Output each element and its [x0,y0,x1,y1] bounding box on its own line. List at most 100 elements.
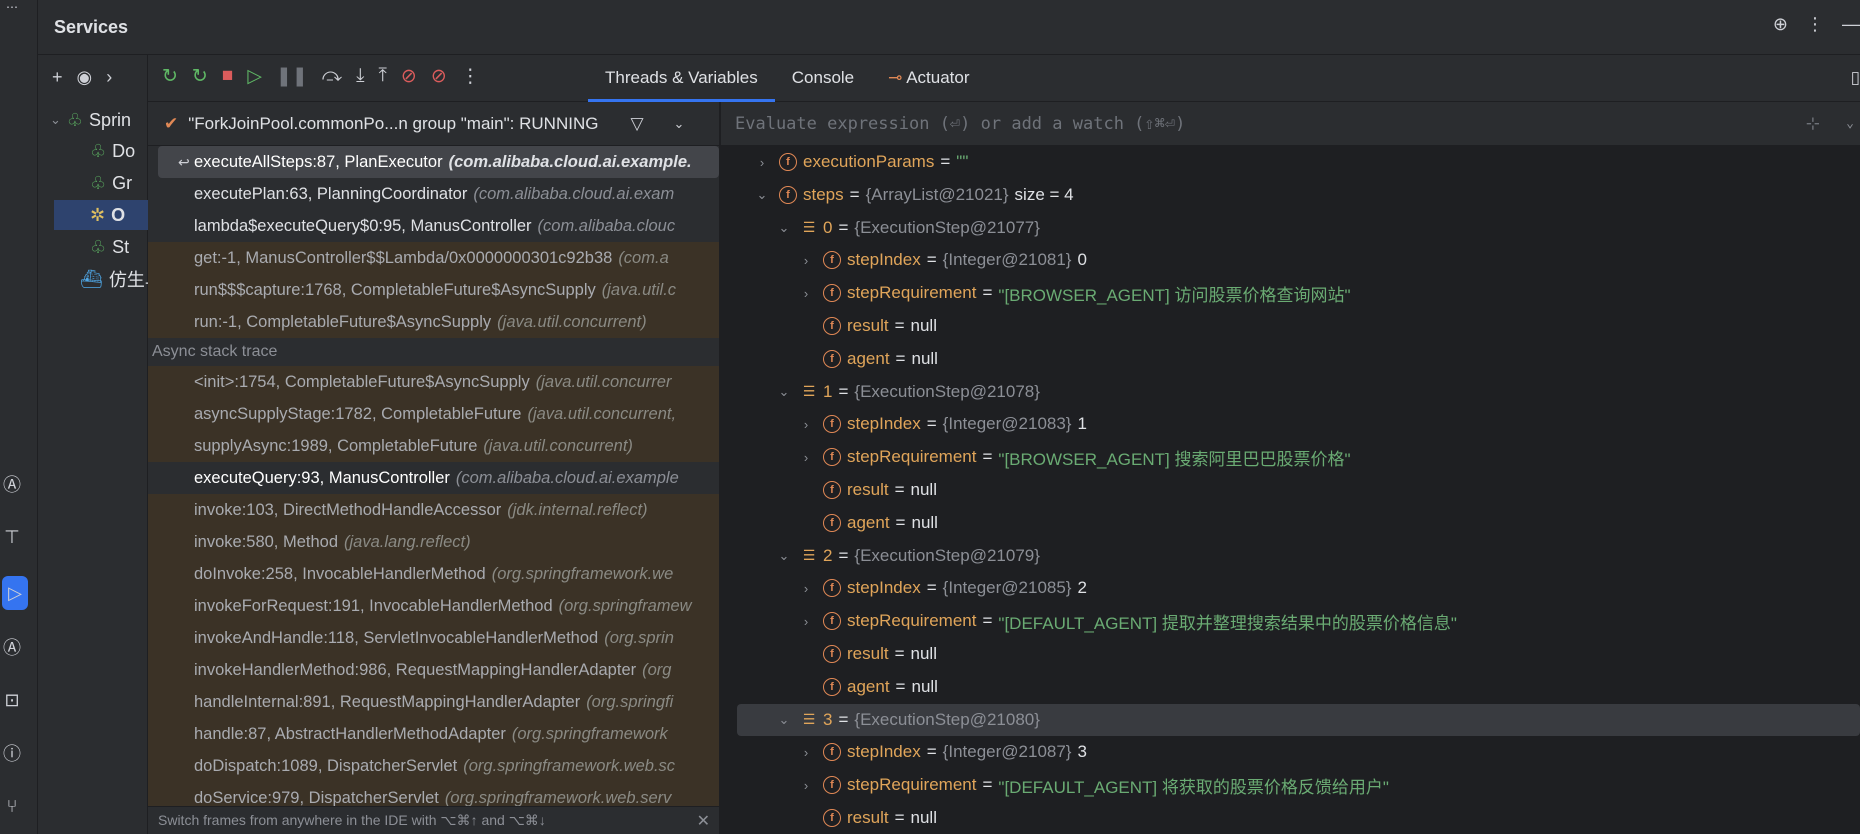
variable-type: {ExecutionStep@21080} [854,709,1040,729]
stack-frame[interactable]: invokeForRequest:191, InvocableHandlerMe… [148,590,719,622]
stop-icon[interactable]: ■ [222,65,233,88]
chevron-right-icon[interactable]: › [106,67,112,88]
evaluate-expression-input[interactable]: Evaluate expression (⏎) or add a watch (… [721,102,1860,146]
tree-node-selected[interactable]: ✲ O [54,200,148,230]
variable-row[interactable]: › f stepRequirement = "[DEFAULT_AGENT] 将获取的股… [721,769,1860,801]
variable-row[interactable]: f result = null [721,638,1860,670]
variable-row[interactable]: › f stepIndex = {Integer@21081} 0 [721,244,1860,276]
terminal-icon[interactable]: ⊡ [0,686,24,714]
tree-node-do[interactable]: ♧ Do [90,136,135,166]
eye-icon[interactable]: ◉ [77,67,93,88]
stack-frame[interactable]: supplyAsync:1989, CompletableFuture (java… [148,430,719,462]
tab-threads-variables[interactable]: Threads & Variables [588,55,775,102]
variable-row[interactable]: f result = null [721,474,1860,506]
chevron-down-icon[interactable]: ⌄ [775,548,793,564]
field-icon: f [823,743,841,762]
variable-row[interactable]: › f stepIndex = {Integer@21085} 2 [721,572,1860,604]
stack-frame[interactable]: invoke:103, DirectMethodHandleAccessor (j… [148,494,719,526]
tree-node-spring[interactable]: ⌄ ♧ Sprin [50,105,131,135]
frame-method: handle:87, AbstractHandlerMethodAdapter [194,724,506,743]
variable-row[interactable]: › f executionParams = "" [721,146,1860,178]
stack-frame[interactable]: invokeAndHandle:118, ServletInvocableHan… [148,622,719,654]
rocket-icon[interactable]: Ⓐ [0,470,24,498]
step-over-icon[interactable]: ⤼ [322,65,342,88]
equals-sign: = [982,611,993,631]
stack-frame[interactable]: ↩ executeAllSteps:87, PlanExecutor (com.al… [158,146,719,178]
tree-node-gr[interactable]: ♧ Gr [90,168,132,198]
add-watch-icon[interactable]: ⊹ [1806,114,1820,134]
variable-row[interactable]: › f stepRequirement = "[DEFAULT_AGENT] 提取并整理… [721,605,1860,637]
chevron-right-icon[interactable]: › [797,778,815,793]
thread-selector[interactable]: ✔ "ForkJoinPool.commonPo...n group "main… [148,102,719,146]
variable-row[interactable]: f result = null [721,310,1860,342]
variable-row[interactable]: f agent = null [721,507,1860,539]
stack-frame[interactable]: run$$$capture:1768, CompletableFuture$As… [148,274,719,306]
more-vertical-icon[interactable]: ⋮ [1806,14,1824,35]
stack-frame[interactable]: run:-1, CompletableFuture$AsyncSupply (ja… [148,306,719,338]
git-icon[interactable]: ⑂ [0,792,24,820]
stack-frame[interactable]: doDispatch:1089, DispatcherServlet (org.s… [148,750,719,782]
variable-row[interactable]: ⌄ ☰ 0 = {ExecutionStep@21077} [721,212,1860,244]
chevron-down-icon[interactable]: ⌄ [775,220,793,236]
step-into-icon[interactable]: ⤓ [356,65,364,88]
variable-row[interactable]: ⌄ ☰ 1 = {ExecutionStep@21078} [721,376,1860,408]
stack-frame[interactable]: executeQuery:93, ManusController (com.ali… [148,462,719,494]
layout-icon[interactable]: ▯ [1851,68,1860,88]
target-icon[interactable]: ⊕ [1773,14,1788,35]
chevron-right-icon[interactable]: › [797,417,815,432]
frame-method: executePlan:63, PlanningCoordinator [194,184,468,203]
stack-frame[interactable]: asyncSupplyStage:1782, CompletableFuture… [148,398,719,430]
stack-frame[interactable]: get:-1, ManusController$$Lambda/0x000000… [148,242,719,274]
minimize-icon[interactable]: — [1842,14,1860,35]
variable-row[interactable]: f agent = null [721,343,1860,375]
chevron-right-icon[interactable]: › [753,155,771,170]
chevron-down-icon[interactable]: ⌄ [753,187,771,203]
stack-frame[interactable]: invoke:580, Method (java.lang.reflect) [148,526,719,558]
pause-icon[interactable]: ❚❚ [276,65,308,88]
variable-row[interactable]: ⌄ f steps = {ArrayList@21021} size = 4 [721,179,1860,211]
variable-row[interactable]: › f stepIndex = {Integer@21083} 1 [721,408,1860,440]
stack-frame[interactable]: doInvoke:258, InvocableHandlerMethod (org… [148,558,719,590]
filter-icon[interactable]: ▽ [630,114,643,134]
chevron-right-icon[interactable]: › [797,450,815,465]
stack-frame[interactable]: lambda$executeQuery$0:95, ManusControlle… [148,210,719,242]
variable-row[interactable]: › f stepRequirement = "[BROWSER_AGENT] 访问股票价… [721,277,1860,309]
stack-frame[interactable]: <init>:1754, CompletableFuture$AsyncSupp… [148,366,719,398]
tree-node-st[interactable]: ♧ St [90,232,129,262]
step-out-icon[interactable]: ⤒ [379,65,387,88]
resume-icon[interactable]: ▷ [247,65,262,88]
variable-row[interactable]: ⌄ ☰ 3 = {ExecutionStep@21080} [737,703,1860,736]
add-icon[interactable]: + [52,67,63,88]
chevron-down-icon[interactable]: ⌄ [775,712,793,728]
chevron-right-icon[interactable]: › [797,581,815,596]
chevron-down-icon[interactable]: ⌄ [674,116,685,132]
overflow-icon[interactable]: ⋯ [0,0,24,14]
chevron-right-icon[interactable]: › [797,614,815,629]
tab-actuator[interactable]: ⊸ Actuator [871,55,986,102]
stack-frame[interactable]: executePlan:63, PlanningCoordinator (com.… [148,178,719,210]
rerun-icon[interactable]: ↻ [162,65,178,88]
variable-row[interactable]: › f stepIndex = {Integer@21087} 3 [721,736,1860,768]
build-icon[interactable]: ⊤ [0,523,24,551]
stack-frame[interactable]: invokeHandlerMethod:986, RequestMappingH… [148,654,719,686]
tab-console[interactable]: Console [775,55,871,102]
problems-icon[interactable]: ⓘ [0,739,24,767]
chevron-down-icon[interactable]: ⌄ [775,384,793,400]
endpoints-icon[interactable]: Ⓐ [0,633,24,661]
view-breakpoints-icon[interactable]: ⊘ [401,65,417,88]
variable-row[interactable]: f agent = null [721,671,1860,703]
close-icon[interactable]: ✕ [697,811,710,831]
chevron-right-icon[interactable]: › [797,286,815,301]
chevron-down-icon[interactable]: ⌄ [1846,116,1854,131]
variable-row[interactable]: f result = null [721,802,1860,834]
variable-row[interactable]: ⌄ ☰ 2 = {ExecutionStep@21079} [721,540,1860,572]
chevron-right-icon[interactable]: › [797,253,815,268]
more-vertical-icon[interactable]: ⋮ [461,65,480,88]
services-icon[interactable]: ▷ [2,576,28,610]
mute-breakpoints-icon[interactable]: ⊘ [431,65,447,88]
stack-frame[interactable]: handle:87, AbstractHandlerMethodAdapter (… [148,718,719,750]
chevron-right-icon[interactable]: › [797,745,815,760]
stack-frame[interactable]: handleInternal:891, RequestMappingHandle… [148,686,719,718]
restart-icon[interactable]: ↻ [192,65,208,88]
variable-row[interactable]: › f stepRequirement = "[BROWSER_AGENT] 搜索阿里巴… [721,441,1860,473]
